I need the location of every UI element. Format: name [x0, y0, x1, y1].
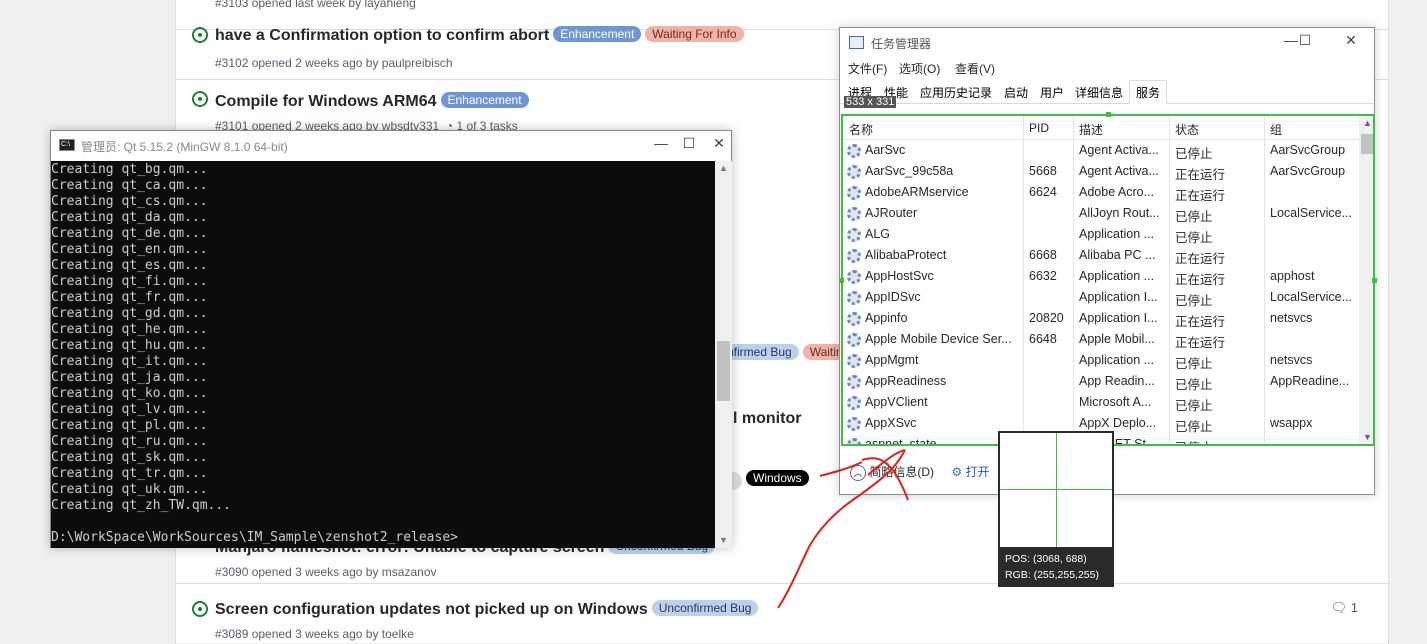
red-arrow-annotation	[777, 449, 909, 609]
